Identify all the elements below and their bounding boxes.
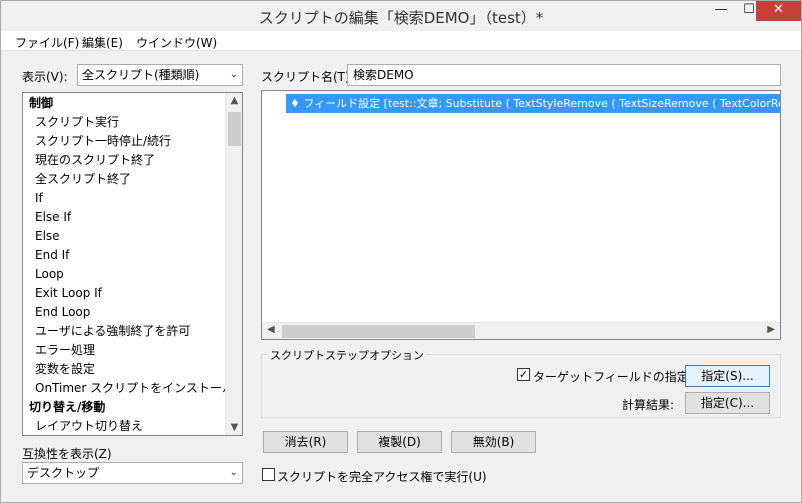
list-item[interactable]: 変数を設定 [35, 360, 95, 378]
window-title: スクリプトの編集「検索DEMO」（test）* [258, 9, 544, 27]
list-item[interactable]: スクリプト一時停止/続行 [35, 132, 171, 150]
step-options-title: スクリプトステップオプション [268, 347, 426, 363]
full-access-label: スクリプトを完全アクセス権で実行(U) [277, 470, 487, 484]
list-item[interactable]: ユーザによる強制終了を許可 [35, 322, 190, 340]
menu-bar: ファイル(F) 編集(E) ウインドウ(W) [1, 31, 801, 51]
step-gutter [262, 91, 286, 339]
list-item[interactable]: If [35, 189, 43, 207]
chevron-down-icon: ⌄ [229, 69, 238, 80]
calc-result-label: 計算結果: [622, 398, 675, 412]
list-item[interactable]: エラー処理 [35, 341, 95, 359]
title-bar: スクリプトの編集「検索DEMO」（test）* — ☐ ✕ [1, 1, 801, 31]
list-item[interactable]: 制御 [29, 94, 53, 112]
script-step-row[interactable]: ♦ フィールド設定 [test::文章; Substitute ( TextSt… [286, 94, 780, 113]
list-item[interactable]: Else [35, 227, 60, 245]
duplicate-button[interactable]: 複製(D) [357, 431, 442, 453]
specify-calc-button[interactable]: 指定(C)... [685, 392, 770, 414]
specify-target-button[interactable]: 指定(S)... [685, 365, 770, 387]
compat-dropdown[interactable]: デスクトップ ⌄ [22, 462, 243, 484]
list-item[interactable]: OnTimer スクリプトをインストール [35, 379, 234, 397]
minimize-icon[interactable]: — [707, 1, 735, 21]
disable-button[interactable]: 無効(B) [451, 431, 536, 453]
list-item[interactable]: Else If [35, 208, 71, 226]
list-item[interactable]: 切り替え/移動 [29, 398, 105, 416]
target-field-label: ターゲットフィールドの指定(Y) [533, 370, 706, 384]
scroll-right-icon[interactable]: ▶ [767, 324, 775, 335]
close-icon[interactable]: ✕ [756, 1, 801, 21]
list-item[interactable]: スクリプト実行 [35, 113, 119, 131]
vertical-scrollbar[interactable]: ▲ ▼ [225, 93, 242, 435]
show-dropdown[interactable]: 全スクリプト(種類順) ⌄ [77, 64, 243, 86]
full-access-checkbox[interactable] [262, 468, 275, 481]
scroll-left-icon[interactable]: ◀ [267, 324, 275, 335]
scroll-down-icon[interactable]: ▼ [226, 422, 242, 433]
list-item[interactable]: End If [35, 246, 69, 264]
script-name-input[interactable]: 検索DEMO [347, 64, 781, 86]
show-label: 表示(V): [22, 70, 68, 84]
chevron-down-icon: ⌄ [229, 467, 238, 478]
script-steps-editor[interactable]: ♦ フィールド設定 [test::文章; Substitute ( TextSt… [261, 90, 781, 340]
list-item[interactable]: レイアウト切り替え [35, 417, 143, 435]
compat-dropdown-value: デスクトップ [27, 466, 100, 480]
target-field-checkbox[interactable]: ✓ [517, 368, 530, 381]
list-item[interactable]: End Loop [35, 303, 90, 321]
scroll-up-icon[interactable]: ▲ [226, 95, 242, 106]
scroll-thumb[interactable] [282, 325, 475, 338]
script-steps-list[interactable]: 制御 スクリプト実行 スクリプト一時停止/続行 現在のスクリプト終了 全スクリプ… [22, 92, 243, 436]
menu-edit[interactable]: 編集(E) [82, 34, 123, 51]
list-item[interactable]: Loop [35, 265, 64, 283]
script-editor-window: スクリプトの編集「検索DEMO」（test）* — ☐ ✕ ファイル(F) 編集… [0, 0, 802, 503]
scroll-thumb[interactable] [228, 112, 241, 146]
compat-label: 互換性を表示(Z) [22, 447, 112, 461]
menu-file[interactable]: ファイル(F) [15, 34, 79, 51]
list-item[interactable]: 全スクリプト終了 [35, 170, 131, 188]
list-item[interactable]: 現在のスクリプト終了 [35, 151, 155, 169]
script-name-label: スクリプト名(T): [261, 70, 354, 84]
list-item[interactable]: Exit Loop If [35, 284, 102, 302]
horizontal-scrollbar[interactable]: ◀ ▶ [262, 322, 780, 339]
clear-button[interactable]: 消去(R) [263, 431, 348, 453]
menu-window[interactable]: ウインドウ(W) [136, 34, 217, 51]
show-dropdown-value: 全スクリプト(種類順) [82, 68, 200, 82]
